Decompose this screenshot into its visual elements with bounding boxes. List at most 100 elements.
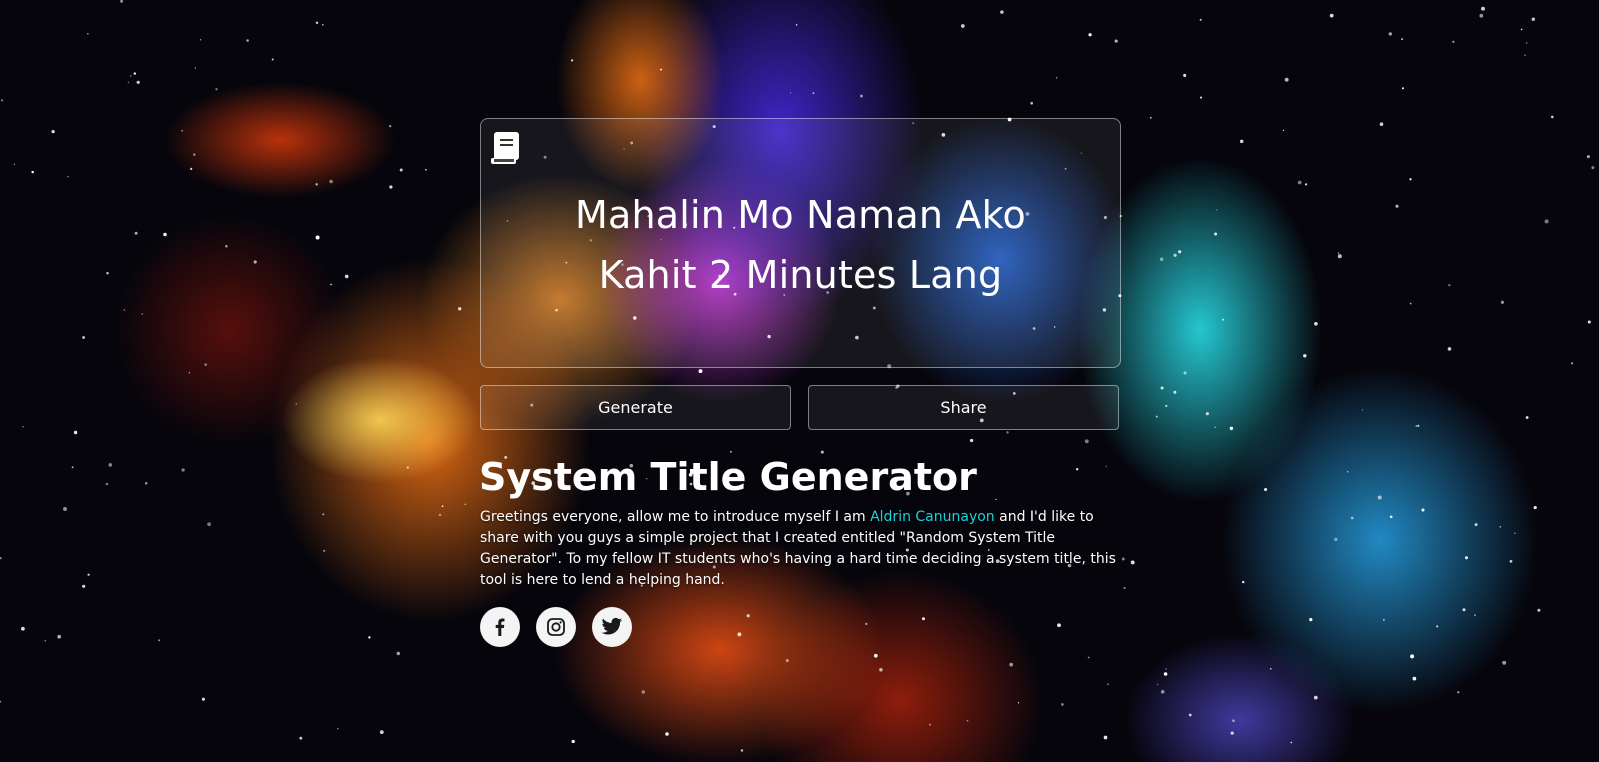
star — [1006, 431, 1009, 434]
star — [1346, 471, 1349, 473]
author-link[interactable]: Aldrin Canunayon — [870, 509, 995, 525]
star — [740, 749, 744, 752]
star — [1230, 731, 1234, 735]
star — [136, 80, 140, 84]
star — [1159, 257, 1164, 262]
star — [1309, 617, 1313, 622]
facebook-button[interactable] — [480, 607, 520, 647]
star — [1436, 625, 1439, 628]
star — [105, 482, 109, 486]
star — [1502, 660, 1507, 665]
star — [1452, 40, 1455, 43]
share-button[interactable]: Share — [808, 385, 1119, 430]
star — [1525, 416, 1529, 419]
star — [51, 129, 55, 134]
star — [812, 92, 815, 94]
star — [1401, 87, 1404, 90]
star — [193, 153, 196, 156]
star — [746, 614, 750, 618]
star — [389, 124, 392, 128]
star — [571, 739, 575, 744]
star — [204, 363, 208, 366]
star — [1513, 532, 1516, 535]
star — [0, 556, 2, 560]
star — [969, 438, 974, 443]
star — [1087, 656, 1090, 659]
star — [860, 94, 863, 98]
star — [1524, 54, 1526, 57]
star — [1055, 76, 1058, 79]
star — [130, 75, 132, 77]
star — [1464, 556, 1469, 560]
star — [181, 129, 184, 132]
star — [424, 168, 427, 171]
star — [1409, 178, 1412, 181]
star — [1474, 614, 1476, 616]
star — [1123, 586, 1126, 590]
star — [344, 274, 349, 279]
star — [396, 651, 401, 656]
star — [1525, 42, 1528, 44]
star — [82, 584, 86, 588]
star — [329, 179, 333, 184]
generate-button-label: Generate — [598, 398, 673, 417]
star — [1150, 117, 1152, 119]
star — [1282, 129, 1285, 132]
star — [1199, 96, 1203, 99]
star — [928, 723, 932, 726]
book-icon — [491, 132, 519, 164]
star — [181, 468, 185, 472]
twitter-button[interactable] — [592, 607, 632, 647]
star — [922, 617, 925, 621]
star — [660, 68, 663, 71]
star — [1474, 523, 1478, 527]
app-heading: System Title Generator — [479, 455, 977, 499]
star — [458, 307, 462, 311]
instagram-button[interactable] — [536, 607, 576, 647]
star — [1183, 371, 1187, 375]
star — [321, 23, 324, 26]
star — [123, 309, 126, 311]
star — [1448, 283, 1451, 287]
star — [795, 24, 798, 26]
star — [399, 168, 403, 172]
star — [1531, 17, 1535, 21]
star — [1088, 33, 1092, 37]
star — [1264, 487, 1268, 492]
star — [1383, 618, 1385, 621]
star — [1114, 39, 1118, 43]
star — [71, 466, 74, 469]
star — [1199, 18, 1202, 21]
star — [201, 697, 205, 701]
star — [44, 639, 47, 642]
star — [57, 634, 62, 639]
star — [1409, 302, 1412, 305]
intro-paragraph: Greetings everyone, allow me to introduc… — [480, 507, 1120, 591]
star — [1009, 662, 1014, 667]
star — [406, 466, 409, 469]
twitter-icon — [601, 617, 623, 635]
star — [1061, 703, 1064, 706]
star — [1550, 115, 1554, 119]
star — [225, 244, 228, 248]
title-card: Mahalin Mo Naman Ako Kahit 2 Minutes Lan… — [480, 118, 1121, 368]
star — [200, 39, 202, 41]
star — [1000, 10, 1004, 14]
star — [1270, 667, 1272, 670]
share-button-label: Share — [940, 398, 987, 417]
generate-button[interactable]: Generate — [480, 385, 791, 430]
star — [315, 235, 320, 240]
star — [1205, 412, 1209, 416]
star — [215, 88, 218, 91]
star — [1379, 122, 1384, 126]
star — [1214, 426, 1216, 428]
star — [1188, 713, 1192, 717]
star — [1160, 690, 1165, 694]
star — [253, 260, 257, 264]
star — [966, 719, 969, 722]
star — [337, 728, 339, 730]
star — [315, 183, 318, 186]
star — [1076, 468, 1079, 471]
star — [82, 336, 85, 339]
star — [1481, 6, 1485, 11]
